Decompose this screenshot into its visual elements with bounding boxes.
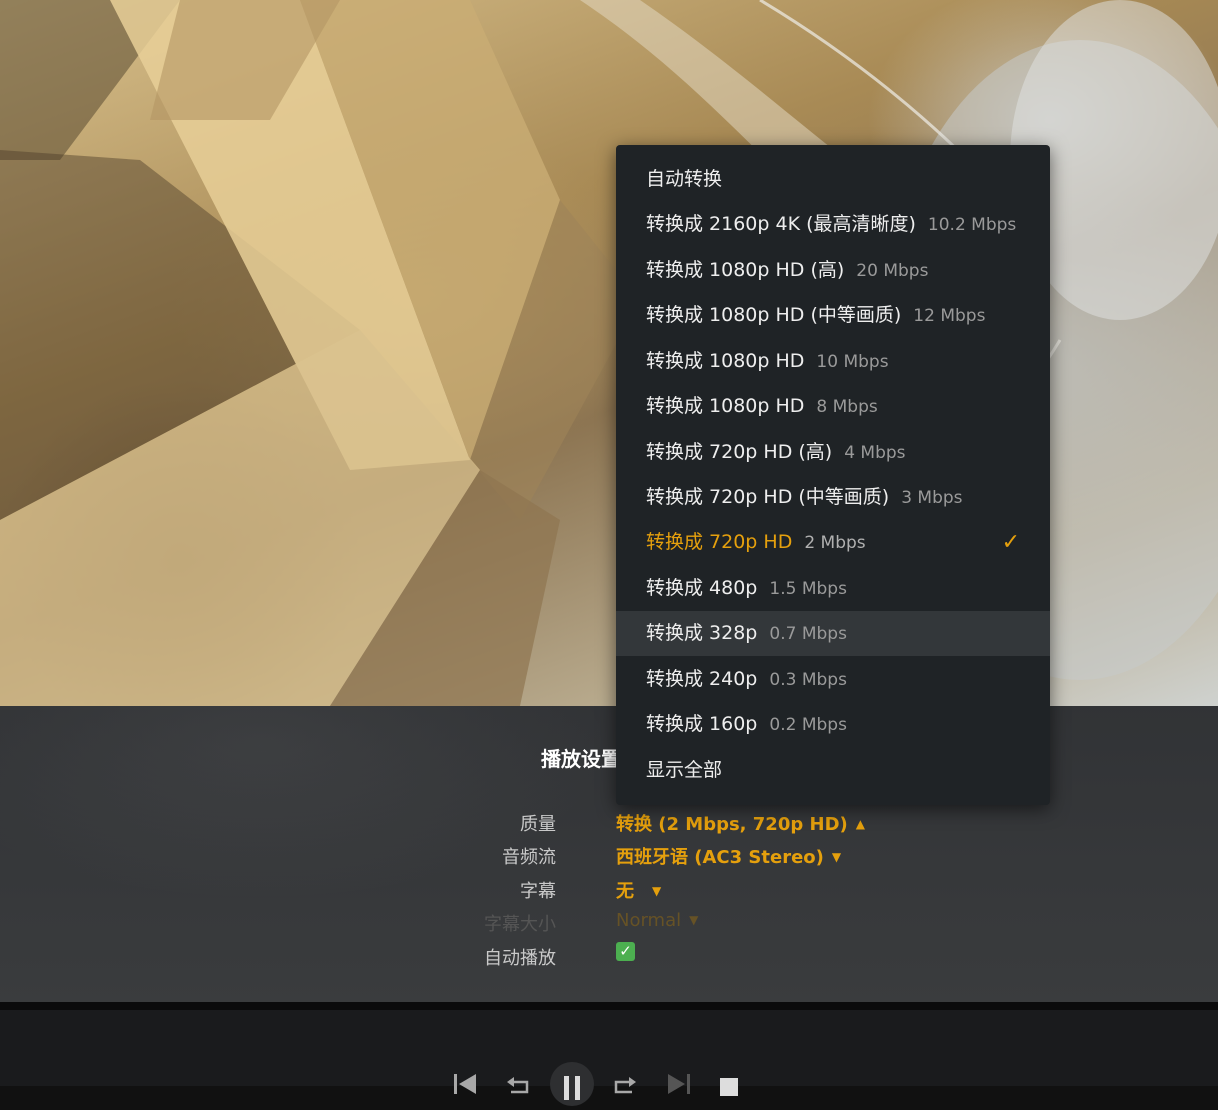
player-control-bar [0,1002,1218,1106]
caret-down-icon: ▼ [652,884,662,898]
caret-up-icon: ▲ [855,817,865,831]
audio-stream-select[interactable]: 西班牙语 (AC3 Stereo) ▼ [616,843,841,869]
settings-title: 播放设置 [541,747,621,771]
autoplay-checkbox[interactable]: ✓ [616,942,635,961]
quality-option-2160p[interactable]: 转换成 2160p 4K (最高清晰度) 10.2 Mbps [616,202,1050,247]
quality-label: 质量 [520,814,556,835]
replay-icon[interactable] [505,1068,533,1096]
quality-option-240p[interactable]: 转换成 240p 0.3 Mbps [616,657,1050,702]
skip-next-icon[interactable] [664,1068,692,1096]
quality-option-1080p-medium[interactable]: 转换成 1080p HD (中等画质) 12 Mbps [616,293,1050,338]
subtitle-label: 字幕 [520,881,556,902]
caret-down-icon: ▼ [689,913,699,927]
quality-row: 质量 转换 (2 Mbps, 720p HD) ▲ [0,808,1218,836]
skip-previous-icon[interactable] [452,1068,480,1096]
quality-option-720p-high[interactable]: 转换成 720p HD (高) 4 Mbps [616,430,1050,475]
audio-stream-label: 音频流 [502,847,556,868]
checkmark-icon: ✓ [1001,530,1020,555]
quality-option-1080p-10mbps[interactable]: 转换成 1080p HD 10 Mbps [616,339,1050,384]
forward-icon[interactable] [610,1068,638,1096]
quality-dropdown-toggle[interactable]: 转换 (2 Mbps, 720p HD) ▲ [616,810,865,836]
autoplay-row: 自动播放 [0,942,1218,970]
pause-button[interactable] [550,1062,594,1106]
quality-option-show-all[interactable]: 显示全部 [616,748,1050,793]
quality-option-328p[interactable]: 转换成 328p 0.7 Mbps [616,611,1050,656]
quality-option-auto[interactable]: 自动转换 [616,157,1050,202]
quality-option-1080p-high[interactable]: 转换成 1080p HD (高) 20 Mbps [616,248,1050,293]
stop-icon[interactable] [716,1068,744,1096]
quality-option-480p[interactable]: 转换成 480p 1.5 Mbps [616,566,1050,611]
subtitle-size-select: Normal ▼ [616,910,699,931]
subtitle-size-label: 字幕大小 [484,914,556,935]
quality-dropdown-menu: 自动转换 转换成 2160p 4K (最高清晰度) 10.2 Mbps 转换成 1… [616,145,1050,805]
pause-icon [564,1076,580,1100]
caret-down-icon: ▼ [831,850,842,864]
quality-option-1080p-8mbps[interactable]: 转换成 1080p HD 8 Mbps [616,384,1050,429]
quality-option-720p-2mbps[interactable]: 转换成 720p HD 2 Mbps ✓ [616,520,1050,565]
autoplay-label: 自动播放 [484,948,556,969]
subtitle-row: 字幕 无 ▼ [0,875,1218,903]
subtitle-size-row: 字幕大小 Normal ▼ [0,908,1218,936]
quality-option-720p-medium[interactable]: 转换成 720p HD (中等画质) 3 Mbps [616,475,1050,520]
quality-option-160p[interactable]: 转换成 160p 0.2 Mbps [616,702,1050,747]
audio-stream-row: 音频流 西班牙语 (AC3 Stereo) ▼ [0,841,1218,869]
subtitle-select[interactable]: 无 ▼ [616,877,661,903]
